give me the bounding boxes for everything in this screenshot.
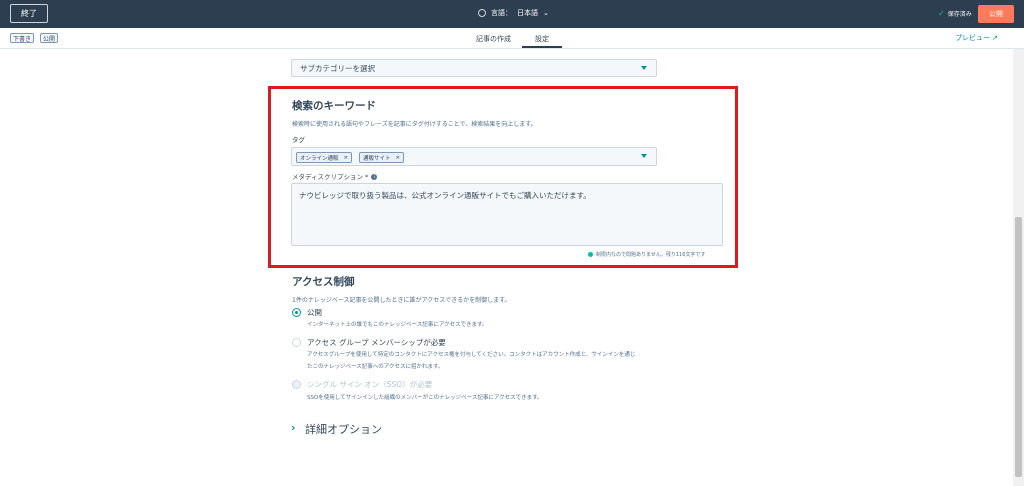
option-access-group-desc-2: たこのナレッジベース記事へのアクセスに招かれます。: [307, 364, 444, 370]
preview-label: プレビュー: [955, 34, 990, 42]
subcategory-select[interactable]: サブカテゴリーを選択: [291, 59, 657, 77]
advanced-options-toggle[interactable]: 詳細オプション: [305, 421, 382, 437]
tag-chip-label: 通販サイト: [363, 155, 391, 162]
saved-label: 保存済み: [947, 11, 972, 18]
top-bar: 終了 言語： 日本語 ⌄ ✓ 保存済み 公開: [0, 0, 1024, 28]
info-icon[interactable]: i: [371, 174, 378, 180]
editor-subbar: 下書き 公開 記事の作成 設定 プレビュー ↗: [0, 28, 1024, 49]
option-access-group-desc: アクセスグループを使用して特定のコンタクトにアクセス権を付与してください。コンタ…: [307, 352, 636, 358]
option-sso-desc: SSOを使用してサインインした組織のメンバーがこのナレッジベース記事にアクセスで…: [307, 395, 543, 401]
meta-description-label-text: メタディスクリプション *: [292, 173, 369, 181]
public-badge: 公開: [40, 33, 59, 43]
check-icon: ✓: [938, 9, 945, 18]
close-icon[interactable]: ×: [344, 155, 349, 161]
scrollbar-thumb[interactable]: [1015, 217, 1022, 477]
option-access-group-title[interactable]: アクセス グループ メンバーシップが必要: [307, 337, 446, 348]
chevron-down-icon: ⌄: [543, 9, 549, 17]
access-section-title: アクセス制御: [292, 276, 355, 288]
dropdown-arrow-icon: [641, 66, 647, 70]
language-selector[interactable]: 言語： 日本語 ⌄: [478, 8, 549, 18]
option-sso-title: シングル サイン オン（SSO）が必要: [307, 380, 433, 389]
tag-chip: オンライン通販 ×: [296, 152, 353, 163]
tab-write-article[interactable]: 記事の作成: [476, 34, 511, 44]
tag-chip-label: オンライン通販: [300, 155, 339, 162]
option-public-title[interactable]: 公開: [307, 307, 322, 318]
active-tab-indicator: [522, 46, 562, 48]
dropdown-arrow-icon: [641, 154, 647, 158]
meta-description-label: メタディスクリプション * i: [292, 171, 378, 181]
close-icon[interactable]: ×: [396, 155, 401, 161]
access-description: 1件のナレッジベース記事を公開したときに誰がアクセスできるかを制御します。: [292, 297, 511, 304]
radio-sso: [292, 380, 301, 389]
exit-button[interactable]: 終了: [10, 4, 48, 23]
publish-button[interactable]: 公開: [978, 5, 1014, 23]
radio-access-group[interactable]: [292, 338, 301, 347]
meta-description-status: 制限内なので問題ありません。残り116文字です: [588, 251, 705, 258]
language-label: 言語：: [491, 9, 512, 17]
seo-section-title: 検索のキーワード: [292, 100, 376, 112]
tags-label: タグ: [292, 136, 305, 144]
seo-description: 検索時に使用される語句やフレーズを記事にタグ付けすることで、検索結果を向上します…: [292, 121, 537, 128]
meta-status-text: 制限内なので問題ありません。残り116文字です: [596, 252, 706, 258]
tab-settings[interactable]: 設定: [535, 34, 549, 44]
option-public-desc: インターネット上の誰でもこのナレッジベース記事にアクセスできます。: [307, 322, 488, 328]
external-link-icon: ↗: [992, 34, 998, 42]
radio-public[interactable]: [292, 308, 301, 317]
subcategory-placeholder: サブカテゴリーを選択: [300, 63, 375, 73]
language-value: 日本語: [517, 9, 538, 17]
status-dot-icon: [588, 252, 593, 257]
chevron-right-icon[interactable]: ›: [291, 421, 296, 434]
scrollbar[interactable]: [1013, 49, 1024, 486]
preview-link[interactable]: プレビュー ↗: [955, 33, 998, 43]
globe-icon: [478, 9, 486, 17]
tag-chip: 通販サイト ×: [359, 152, 405, 163]
draft-badge: 下書き: [10, 33, 35, 43]
save-status: ✓ 保存済み: [938, 9, 972, 18]
meta-description-textarea[interactable]: ナウビレッジで取り扱う製品は、公式オンライン通販サイトでもご購入いただけます。: [291, 183, 723, 246]
